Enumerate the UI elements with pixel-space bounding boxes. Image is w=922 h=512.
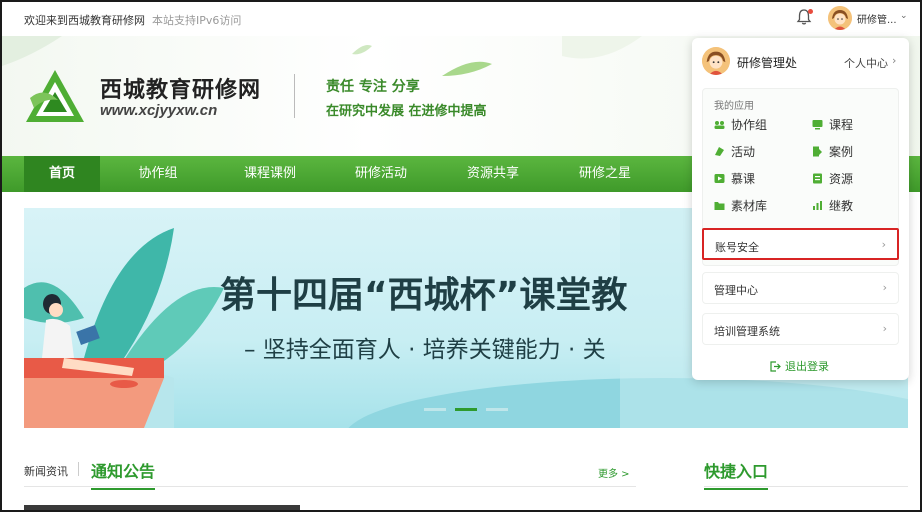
news-divider	[78, 462, 79, 476]
slogan-line1: 责任 专注 分享	[326, 79, 420, 95]
app-label: 资源	[829, 172, 854, 186]
news-section-label[interactable]: 新闻资讯	[24, 463, 68, 479]
chevron-right-icon[interactable]: ›	[892, 54, 896, 67]
news-thumbnail[interactable]	[24, 505, 300, 510]
app-item-case[interactable]: 案例	[812, 144, 853, 160]
banner-subtitle: – 坚持全面育人 · 培养关键能力 · 关	[244, 337, 606, 363]
training-system-row[interactable]: 培训管理系统 ›	[702, 313, 899, 345]
chevron-down-icon[interactable]: ⌄	[900, 11, 908, 21]
app-item-mooc[interactable]: 慕课	[714, 171, 755, 187]
app-item-groups[interactable]: 协作组	[714, 117, 767, 133]
app-item-continuing-ed[interactable]: 继教	[812, 198, 853, 214]
management-center-label: 管理中心	[714, 284, 758, 297]
news-underline	[24, 486, 636, 487]
mooc-icon	[714, 174, 725, 183]
account-security-row[interactable]: 账号安全 ›	[702, 228, 899, 260]
management-center-row[interactable]: 管理中心 ›	[702, 272, 899, 304]
slogan-line2: 在研究中发展 在进修中提高	[326, 104, 487, 119]
user-menu-label[interactable]: 研修管...	[857, 11, 897, 26]
nav-item-resources[interactable]: 资源共享	[448, 156, 538, 192]
carousel-indicators	[424, 408, 514, 412]
activity-icon	[715, 147, 724, 156]
nav-item-groups[interactable]: 协作组	[118, 156, 198, 192]
carousel-dot-active[interactable]	[455, 408, 477, 411]
resource-icon	[813, 173, 822, 184]
my-apps-label: 我的应用	[714, 101, 754, 112]
chevron-right-icon: ›	[881, 238, 886, 251]
app-label: 课程	[829, 118, 854, 132]
site-url: www.xcjyyxw.cn	[100, 102, 218, 119]
app-label: 活动	[731, 145, 756, 159]
chevron-right-icon: ›	[882, 281, 887, 294]
group-icon	[714, 121, 725, 129]
personal-center-link[interactable]: 个人中心	[844, 55, 888, 71]
avatar	[702, 47, 730, 75]
training-system-label: 培训管理系统	[714, 325, 780, 338]
nav-item-home[interactable]: 首页	[24, 156, 100, 192]
app-item-course[interactable]: 课程	[812, 117, 853, 133]
site-logo[interactable]	[24, 68, 86, 126]
top-bar: 欢迎来到西城教育研修网 本站支持IPv6访问	[2, 2, 920, 36]
app-label: 继教	[829, 199, 854, 213]
app-label: 案例	[829, 145, 854, 159]
user-dropdown: 研修管理处 个人中心 › 我的应用 协作组 课程 活动 案例 慕课 资源 素材库…	[692, 38, 909, 380]
stats-icon	[813, 201, 822, 210]
nav-item-courses[interactable]: 课程课例	[224, 156, 316, 192]
case-icon	[813, 146, 822, 157]
app-label: 素材库	[731, 199, 768, 213]
dropdown-header: 研修管理处 个人中心 ›	[692, 38, 909, 84]
header-divider	[294, 74, 295, 118]
app-label: 协作组	[731, 118, 768, 132]
avatar[interactable]	[828, 6, 852, 30]
site-name: 西城教育研修网	[100, 77, 262, 103]
quick-underline	[704, 486, 908, 487]
logout-icon	[770, 361, 781, 372]
dropdown-user-name: 研修管理处	[737, 56, 798, 70]
app-label: 慕课	[731, 172, 756, 186]
banner-title: 第十四届“西城杯”课堂教	[220, 275, 628, 316]
nav-item-activities[interactable]: 研修活动	[336, 156, 426, 192]
carousel-dot[interactable]	[486, 408, 508, 411]
app-item-activity[interactable]: 活动	[714, 144, 755, 160]
account-security-label: 账号安全	[715, 241, 759, 254]
folder-icon	[714, 202, 725, 210]
logout-button[interactable]: 退出登录	[770, 358, 829, 374]
notification-dot	[808, 9, 813, 14]
app-item-material[interactable]: 素材库	[714, 198, 767, 214]
course-icon	[812, 120, 823, 130]
nav-item-stars[interactable]: 研修之星	[560, 156, 650, 192]
carousel-dot[interactable]	[424, 408, 446, 411]
app-item-resource[interactable]: 资源	[812, 171, 853, 187]
ipv6-notice: 本站支持IPv6访问	[152, 14, 242, 27]
chevron-right-icon: ›	[882, 322, 887, 335]
welcome-text: 欢迎来到西城教育研修网	[24, 14, 145, 27]
logout-label: 退出登录	[785, 360, 829, 373]
more-link[interactable]: 更多 >	[598, 465, 630, 480]
